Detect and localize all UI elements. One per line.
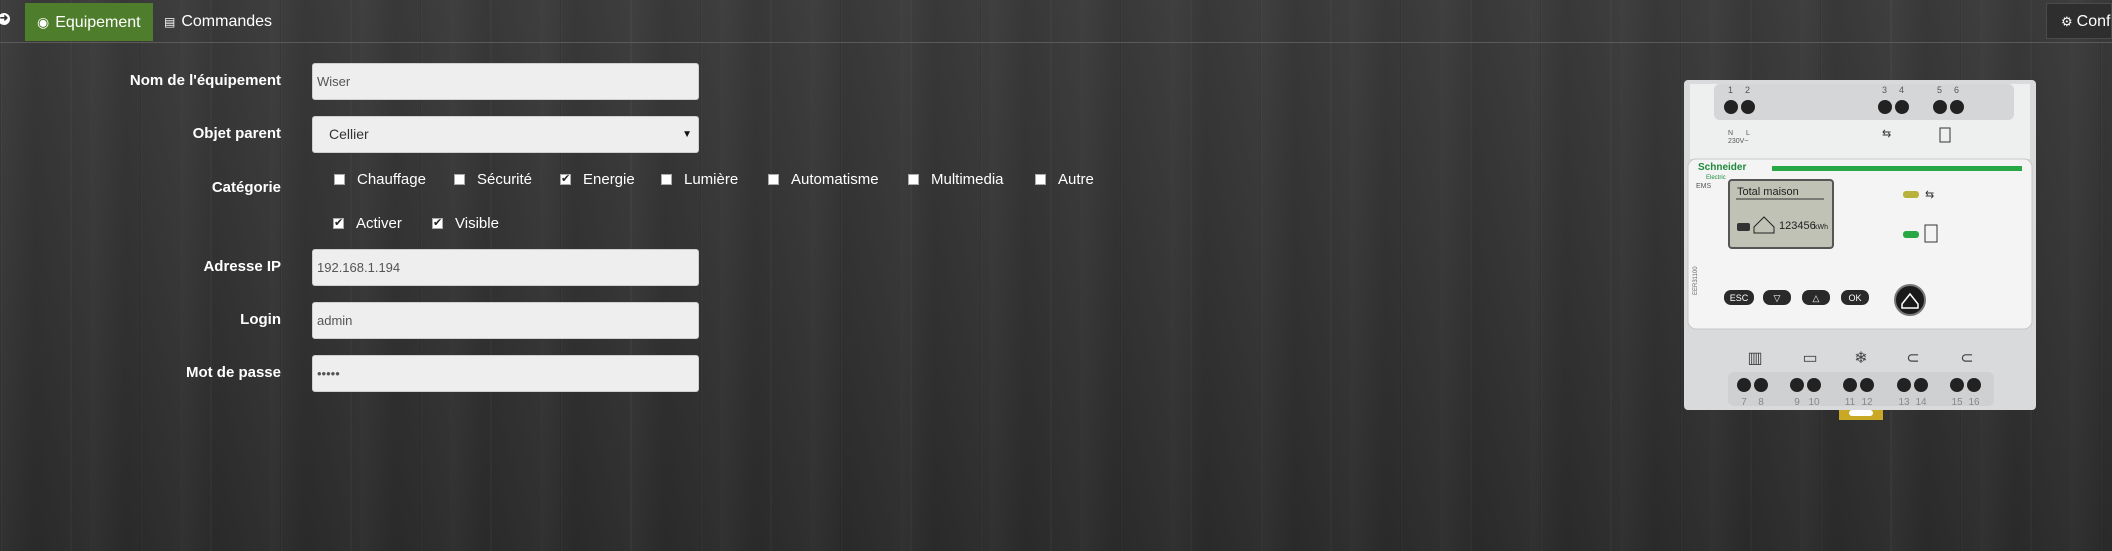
svg-text:7: 7 — [1741, 397, 1747, 408]
svg-text:11: 11 — [1845, 397, 1856, 408]
svg-text:8: 8 — [1758, 397, 1764, 408]
tab-commandes[interactable]: ▤ Commandes — [152, 3, 284, 41]
svg-text:⇆: ⇆ — [1925, 189, 1934, 201]
category-securite[interactable]: Sécurité — [454, 171, 532, 188]
checkbox[interactable] — [334, 174, 345, 185]
checkbox[interactable] — [454, 174, 465, 185]
parent-label: Objet parent — [192, 125, 281, 142]
tab-bar: ➜ ◉Equipement ▤Commandes ⚙Configuration — [0, 0, 2112, 43]
svg-text:16: 16 — [1968, 397, 1980, 408]
svg-text:4: 4 — [1899, 85, 1904, 95]
category-chauffage[interactable]: Chauffage — [334, 171, 426, 188]
svg-text:EER31100: EER31100 — [1693, 266, 1699, 295]
svg-text:▭: ▭ — [1802, 350, 1817, 367]
password-label: Mot de passe — [185, 364, 281, 381]
svg-text:⇆: ⇆ — [1882, 128, 1891, 140]
ip-input[interactable]: 192.168.1.194 — [312, 249, 699, 286]
svg-text:Total maison: Total maison — [1737, 186, 1799, 198]
checkbox[interactable] — [768, 174, 779, 185]
tab-equipement[interactable]: ◉ Equipement — [25, 3, 153, 41]
svg-text:12: 12 — [1861, 397, 1873, 408]
name-label: Nom de l'équipement — [129, 72, 281, 89]
option-visible[interactable]: Visible — [432, 215, 499, 232]
svg-text:EMS: EMS — [1696, 183, 1712, 190]
svg-text:230V~: 230V~ — [1728, 138, 1748, 145]
svg-text:3: 3 — [1882, 85, 1887, 95]
password-input[interactable]: ••••• — [312, 355, 699, 392]
device-image: 12 34 56 NL 230V~ ⇆ Schneider Electric E… — [1684, 80, 2036, 420]
checkbox[interactable] — [1035, 174, 1046, 185]
checkbox[interactable] — [661, 174, 672, 185]
checkbox-checked[interactable] — [333, 216, 344, 229]
cogs-icon: ⚙ — [2061, 14, 2073, 29]
svg-text:L: L — [1746, 130, 1750, 137]
svg-text:▥: ▥ — [1747, 350, 1762, 367]
svg-text:ESC: ESC — [1730, 293, 1749, 303]
checkbox-checked[interactable] — [560, 172, 571, 185]
category-multimedia[interactable]: Multimedia — [908, 171, 1004, 188]
option-activer[interactable]: Activer — [333, 215, 402, 232]
svg-text:△: △ — [1813, 293, 1820, 303]
svg-text:14: 14 — [1915, 397, 1927, 408]
dropdown-caret-icon: ▼ — [682, 129, 692, 140]
back-icon[interactable]: ➜ — [0, 13, 10, 25]
category-label: Catégorie — [211, 179, 281, 196]
parent-select[interactable]: Cellier ▼ — [312, 116, 699, 153]
svg-text:kWh: kWh — [1814, 224, 1828, 231]
svg-text:1: 1 — [1728, 85, 1733, 95]
svg-text:5: 5 — [1937, 85, 1942, 95]
checkbox-checked[interactable] — [432, 216, 443, 229]
svg-text:9: 9 — [1794, 397, 1800, 408]
svg-text:10: 10 — [1808, 397, 1820, 408]
configuration-button[interactable]: ⚙Configuration — [2046, 3, 2112, 39]
svg-text:6: 6 — [1954, 85, 1959, 95]
name-input[interactable]: Wiser — [312, 63, 699, 100]
svg-text:❄: ❄ — [1854, 350, 1867, 367]
svg-text:13: 13 — [1898, 397, 1910, 408]
svg-text:▽: ▽ — [1774, 293, 1781, 303]
login-input[interactable]: admin — [312, 302, 699, 339]
svg-text:Electric: Electric — [1706, 175, 1726, 181]
svg-text:OK: OK — [1848, 293, 1861, 303]
svg-text:N: N — [1728, 130, 1733, 137]
login-label: Login — [240, 311, 281, 328]
svg-text:Schneider: Schneider — [1698, 162, 1746, 173]
category-autre[interactable]: Autre — [1035, 171, 1094, 188]
list-icon: ▤ — [164, 15, 176, 29]
svg-text:⊂: ⊂ — [1960, 350, 1973, 367]
svg-text:123456: 123456 — [1779, 220, 1816, 232]
parent-select-value: Cellier — [329, 126, 369, 142]
svg-text:15: 15 — [1951, 397, 1963, 408]
checkbox[interactable] — [908, 174, 919, 185]
category-energie[interactable]: Energie — [560, 171, 635, 188]
category-automatisme[interactable]: Automatisme — [768, 171, 879, 188]
category-lumiere[interactable]: Lumière — [661, 171, 738, 188]
svg-text:⊂: ⊂ — [1906, 350, 1919, 367]
svg-text:2: 2 — [1745, 85, 1750, 95]
tachometer-icon: ◉ — [37, 14, 50, 30]
ip-label: Adresse IP — [203, 258, 281, 275]
